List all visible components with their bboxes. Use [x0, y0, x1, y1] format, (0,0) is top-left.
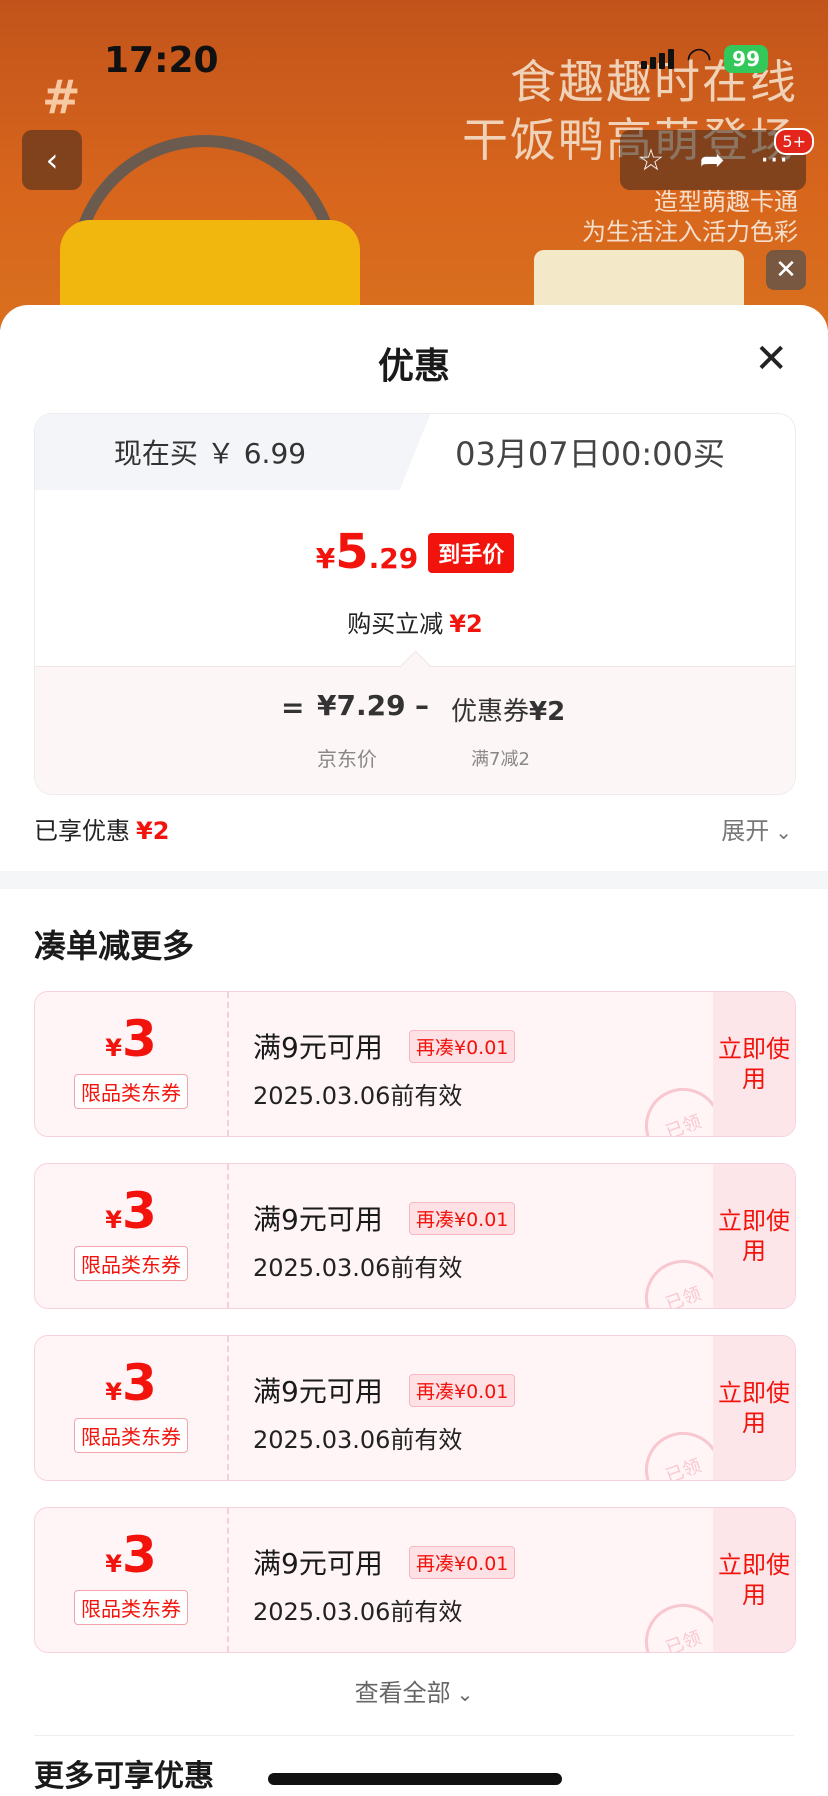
coupon-amount: 3: [121, 1526, 157, 1584]
cart-count-badge: 5+: [774, 128, 814, 155]
coupon-condition: 满9元可用: [253, 1375, 383, 1408]
use-now-button[interactable]: 立即使用: [713, 1508, 795, 1652]
coupon-card: ¥3 限品类东券 满9元可用 再凑¥0.01 2025.03.06前有效 已领 …: [34, 1507, 796, 1653]
chevron-left-icon: ‹: [45, 141, 59, 179]
battery-indicator: 99: [724, 45, 768, 73]
coupon-card: ¥3 限品类东券 满9元可用 再凑¥0.01 2025.03.06前有效 已领 …: [34, 991, 796, 1137]
coupon-card: ¥3 限品类东券 满9元可用 再凑¥0.01 2025.03.06前有效 已领 …: [34, 1335, 796, 1481]
coupon-amount: 3: [121, 1354, 157, 1412]
coupon-condition: 满9元可用: [253, 1031, 383, 1064]
coupon-remaining: 再凑¥0.01: [409, 1030, 516, 1063]
coupon-rule: 满7减2: [471, 749, 530, 770]
tab-buy-now[interactable]: 现在买 ￥ 6.99: [35, 414, 385, 490]
signal-icon: [640, 49, 674, 69]
enjoyed-discount: 已享优惠 ¥2: [34, 817, 170, 845]
chevron-down-icon: ⌄: [775, 820, 792, 844]
share-icon[interactable]: ➦: [700, 143, 725, 178]
coupon-condition: 满9元可用: [253, 1547, 383, 1580]
status-icons: ◠ 99: [640, 41, 768, 76]
coupon-amount: 3: [121, 1182, 157, 1240]
coupon-validity: 2025.03.06前有效: [253, 1598, 463, 1626]
star-icon[interactable]: ☆: [638, 143, 665, 178]
coupon-condition: 满9元可用: [253, 1203, 383, 1236]
use-now-button[interactable]: 立即使用: [713, 992, 795, 1136]
price-formula: = ¥7.29 – 优惠券¥2 京东价 满7减2: [35, 666, 795, 794]
coupon-remaining: 再凑¥0.01: [409, 1374, 516, 1407]
tab-buy-later[interactable]: 03月07日00:00买: [385, 414, 795, 490]
discount-sheet: 优惠 ✕ 现在买 ￥ 6.99 03月07日00:00买 ¥5.29 到手价 购买…: [0, 305, 828, 1796]
use-now-button[interactable]: 立即使用: [713, 1336, 795, 1480]
thumbnail-close-button[interactable]: ✕: [766, 250, 806, 290]
coupon-remaining: 再凑¥0.01: [409, 1202, 516, 1235]
section-divider: [0, 871, 828, 889]
coupon-validity: 2025.03.06前有效: [253, 1082, 463, 1110]
instant-reduction: 购买立减 ¥2: [347, 610, 483, 638]
chevron-down-icon: ⌄: [456, 1682, 474, 1706]
final-price-tag: 到手价: [428, 533, 515, 573]
final-price: ¥5.29 到手价: [35, 524, 795, 580]
section-title: 凑单减更多: [34, 927, 195, 965]
coupon-deduction: 优惠券¥2: [451, 697, 566, 727]
divider-line: [34, 1735, 794, 1736]
view-all-button[interactable]: 查看全部 ⌄: [0, 1673, 828, 1708]
coupon-type: 限品类东券: [74, 1074, 188, 1109]
coupon-amount: 3: [121, 1010, 157, 1068]
hero-promo-line4: 为生活注入活力色彩: [582, 218, 798, 246]
use-now-button[interactable]: 立即使用: [713, 1164, 795, 1308]
sheet-title: 优惠: [377, 346, 450, 387]
coupon-validity: 2025.03.06前有效: [253, 1426, 463, 1454]
coupon-card: ¥3 限品类东券 满9元可用 再凑¥0.01 2025.03.06前有效 已领 …: [34, 1163, 796, 1309]
jd-price: ¥7.29: [317, 689, 406, 722]
coupon-type: 限品类东券: [74, 1418, 188, 1453]
jd-price-label: 京东价: [317, 747, 377, 771]
close-icon: ✕: [754, 336, 788, 382]
hero-hash: #: [42, 70, 81, 124]
home-indicator: [268, 1773, 562, 1785]
status-time: 17:20: [104, 40, 219, 81]
coupon-remaining: 再凑¥0.01: [409, 1546, 516, 1579]
wifi-icon: ◠: [685, 41, 713, 76]
expand-button[interactable]: 展开 ⌄: [721, 811, 792, 846]
coupon-type: 限品类东券: [74, 1590, 188, 1625]
more-discounts-title: 更多可享优惠: [34, 1759, 214, 1794]
coupon-validity: 2025.03.06前有效: [253, 1254, 463, 1282]
sheet-close-button[interactable]: ✕: [754, 339, 788, 379]
price-card: 现在买 ￥ 6.99 03月07日00:00买 ¥5.29 到手价 购买立减 ¥2 …: [34, 413, 796, 795]
back-button[interactable]: ‹: [22, 130, 82, 190]
coupon-type: 限品类东券: [74, 1246, 188, 1281]
close-icon: ✕: [775, 255, 797, 285]
